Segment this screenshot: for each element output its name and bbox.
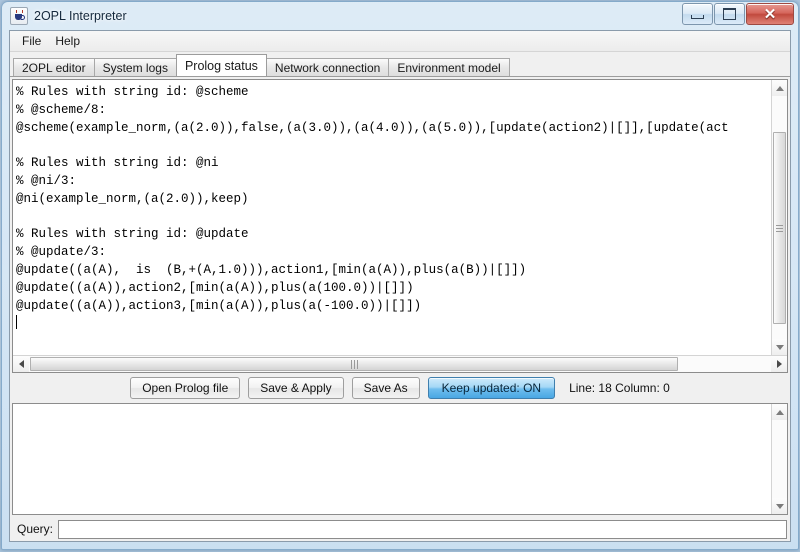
- editor-hscroll-track[interactable]: [29, 356, 771, 372]
- window-controls: ✕: [681, 3, 794, 25]
- maximize-button[interactable]: [714, 3, 745, 25]
- output-vscroll-track[interactable]: [772, 420, 787, 498]
- prolog-editor-pane: % Rules with string id: @scheme % @schem…: [12, 79, 788, 373]
- prolog-source-content: % Rules with string id: @scheme % @schem…: [16, 85, 729, 313]
- editor-vscroll-thumb[interactable]: [773, 132, 786, 324]
- query-bar: Query:: [10, 517, 790, 541]
- tab-network-connection[interactable]: Network connection: [265, 58, 390, 76]
- query-label: Query:: [17, 522, 54, 536]
- menu-item-file[interactable]: File: [15, 32, 48, 50]
- open-prolog-file-button[interactable]: Open Prolog file: [130, 377, 241, 399]
- scroll-up-button[interactable]: [772, 80, 787, 96]
- close-button[interactable]: ✕: [746, 3, 794, 25]
- editor-toolbar: Open Prolog file Save & Apply Save As Ke…: [10, 373, 790, 403]
- keep-updated-toggle-button[interactable]: Keep updated: ON: [427, 377, 556, 399]
- prolog-source-text[interactable]: % Rules with string id: @scheme % @schem…: [13, 80, 771, 355]
- tab-environment-model[interactable]: Environment model: [388, 58, 510, 76]
- screen: 2OPL Interpreter ✕ File Help 2OPL editor…: [0, 0, 800, 552]
- close-icon: ✕: [763, 5, 777, 23]
- scroll-right-button[interactable]: [771, 356, 787, 372]
- tab-panel-prolog-status: % Rules with string id: @scheme % @schem…: [10, 76, 790, 541]
- output-vertical-scrollbar[interactable]: [771, 404, 787, 514]
- scroll-down-button[interactable]: [772, 339, 787, 355]
- grip-icon: [776, 224, 783, 232]
- chevron-left-icon: [18, 360, 24, 368]
- tab-2opl-editor[interactable]: 2OPL editor: [13, 58, 95, 76]
- client-area: File Help 2OPL editor System logs Prolog…: [9, 30, 791, 542]
- editor-vscroll-track[interactable]: [772, 96, 787, 339]
- chevron-down-icon: [775, 503, 784, 509]
- tab-prolog-status[interactable]: Prolog status: [175, 54, 267, 76]
- scroll-down-button[interactable]: [772, 498, 787, 514]
- application-window: 2OPL Interpreter ✕ File Help 2OPL editor…: [1, 1, 799, 550]
- chevron-right-icon: [776, 360, 782, 368]
- chevron-up-icon: [775, 409, 784, 415]
- editor-row: % Rules with string id: @scheme % @schem…: [13, 80, 787, 355]
- scroll-left-button[interactable]: [13, 356, 29, 372]
- grip-icon: [350, 359, 358, 369]
- window-title: 2OPL Interpreter: [34, 9, 127, 23]
- save-as-button[interactable]: Save As: [351, 377, 420, 399]
- menu-item-help[interactable]: Help: [48, 32, 87, 50]
- prolog-output-text[interactable]: [13, 404, 771, 514]
- editor-hscroll-thumb[interactable]: [30, 357, 678, 371]
- menu-bar: File Help: [10, 31, 790, 52]
- save-and-apply-button[interactable]: Save & Apply: [248, 377, 344, 399]
- title-bar[interactable]: 2OPL Interpreter ✕: [2, 2, 798, 30]
- minimize-button[interactable]: [682, 3, 713, 25]
- scroll-up-button[interactable]: [772, 404, 787, 420]
- minimize-icon: [691, 14, 704, 19]
- query-input[interactable]: [58, 519, 787, 539]
- editor-horizontal-scrollbar[interactable]: [13, 355, 787, 372]
- java-cup-icon: [10, 7, 28, 25]
- chevron-down-icon: [775, 344, 784, 350]
- editor-vertical-scrollbar[interactable]: [771, 80, 787, 355]
- maximize-icon: [723, 8, 736, 20]
- tab-bar: 2OPL editor System logs Prolog status Ne…: [10, 52, 790, 76]
- text-caret: [16, 315, 17, 330]
- prolog-output-pane: [12, 403, 788, 515]
- caret-position-status: Line: 18 Column: 0: [569, 381, 670, 395]
- chevron-up-icon: [775, 85, 784, 91]
- tab-system-logs[interactable]: System logs: [93, 58, 177, 76]
